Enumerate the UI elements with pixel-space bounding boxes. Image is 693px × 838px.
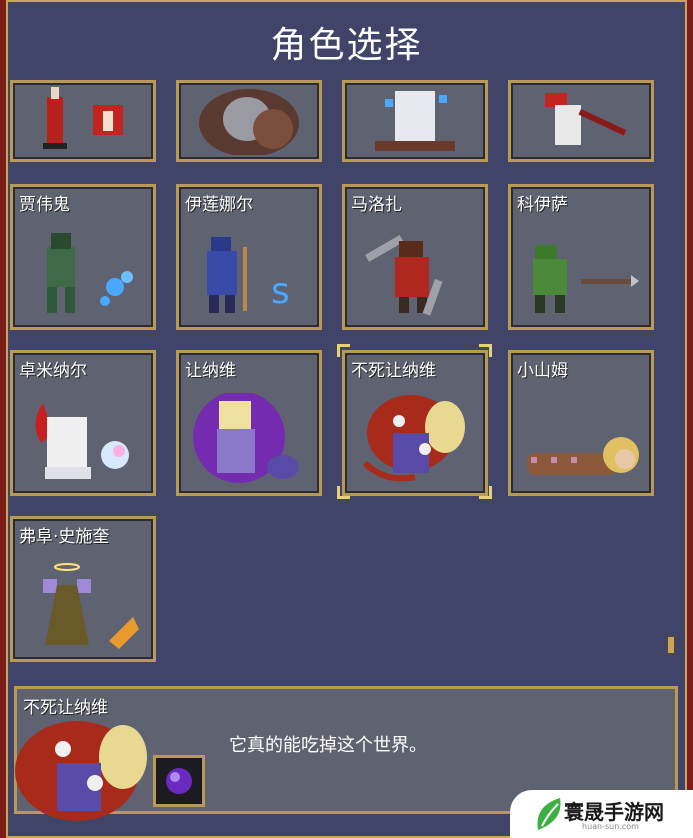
watermark-text: 寰晟手游网	[564, 800, 664, 824]
weapon-slot	[153, 755, 205, 807]
watermark-url: huan-sun.com	[582, 822, 639, 831]
character-sprite-icon	[362, 395, 465, 482]
character-sprite-icon: s	[207, 237, 290, 313]
character-name: 小山姆	[517, 361, 568, 381]
svg-text:s: s	[271, 271, 290, 312]
character-card[interactable]	[10, 80, 156, 162]
character-card[interactable]: 小山姆	[508, 350, 654, 496]
character-portrait-icon	[15, 721, 147, 821]
character-card[interactable]: 卓米纳尔	[10, 350, 156, 496]
scrollbar-thumb[interactable]	[667, 636, 675, 654]
character-sprite-icon	[533, 245, 639, 313]
character-name: 卓米纳尔	[19, 361, 87, 381]
character-sprite-icon	[199, 89, 299, 155]
character-card[interactable]	[176, 80, 322, 162]
leaf-logo-icon	[537, 798, 561, 830]
character-sprite-icon	[365, 234, 443, 316]
page-title: 角色选择	[270, 25, 423, 66]
character-card-selected[interactable]: 不死让纳维	[342, 350, 488, 496]
character-card[interactable]: 让纳维	[176, 350, 322, 496]
character-sprite-icon	[527, 437, 639, 475]
character-card[interactable]	[508, 80, 654, 162]
character-card[interactable]	[342, 80, 488, 162]
selection-corner	[337, 344, 350, 357]
character-sprite-icon	[35, 403, 129, 479]
character-name: 伊莲娜尔	[185, 195, 253, 215]
character-description: 它真的能吃掉这个世界。	[229, 735, 427, 756]
character-sprite-icon	[47, 233, 133, 313]
character-sprite-icon	[375, 91, 455, 151]
character-name: 弗阜·史施奎	[19, 527, 110, 547]
character-name: 马洛扎	[351, 195, 402, 215]
character-card[interactable]: 贾伟鬼	[10, 184, 156, 330]
character-sprite-icon	[193, 393, 299, 483]
scrollbar-track[interactable]	[667, 84, 675, 654]
character-sprite-icon	[43, 87, 123, 149]
selection-corner	[479, 486, 492, 499]
character-name: 让纳维	[185, 361, 236, 381]
character-card[interactable]: 弗阜·史施奎	[10, 516, 156, 662]
purple-orb-icon	[166, 768, 192, 794]
character-card[interactable]: 科伊萨	[508, 184, 654, 330]
character-sprite-icon	[545, 93, 627, 145]
character-grid[interactable]: 贾伟鬼 伊莲娜尔 s 马洛扎 科伊萨 卓米纳尔 让纳维 不死让纳维 小山姆 弗阜…	[10, 80, 662, 670]
character-name: 不死让纳维	[351, 361, 436, 381]
character-name: 贾伟鬼	[19, 195, 70, 215]
character-card[interactable]: 马洛扎	[342, 184, 488, 330]
selection-corner	[479, 344, 492, 357]
character-card[interactable]: 伊莲娜尔 s	[176, 184, 322, 330]
character-sprite-icon	[43, 563, 139, 649]
selection-corner	[337, 486, 350, 499]
site-watermark: 寰晟手游网 huan-sun.com	[510, 790, 693, 838]
character-name: 科伊萨	[517, 195, 568, 215]
